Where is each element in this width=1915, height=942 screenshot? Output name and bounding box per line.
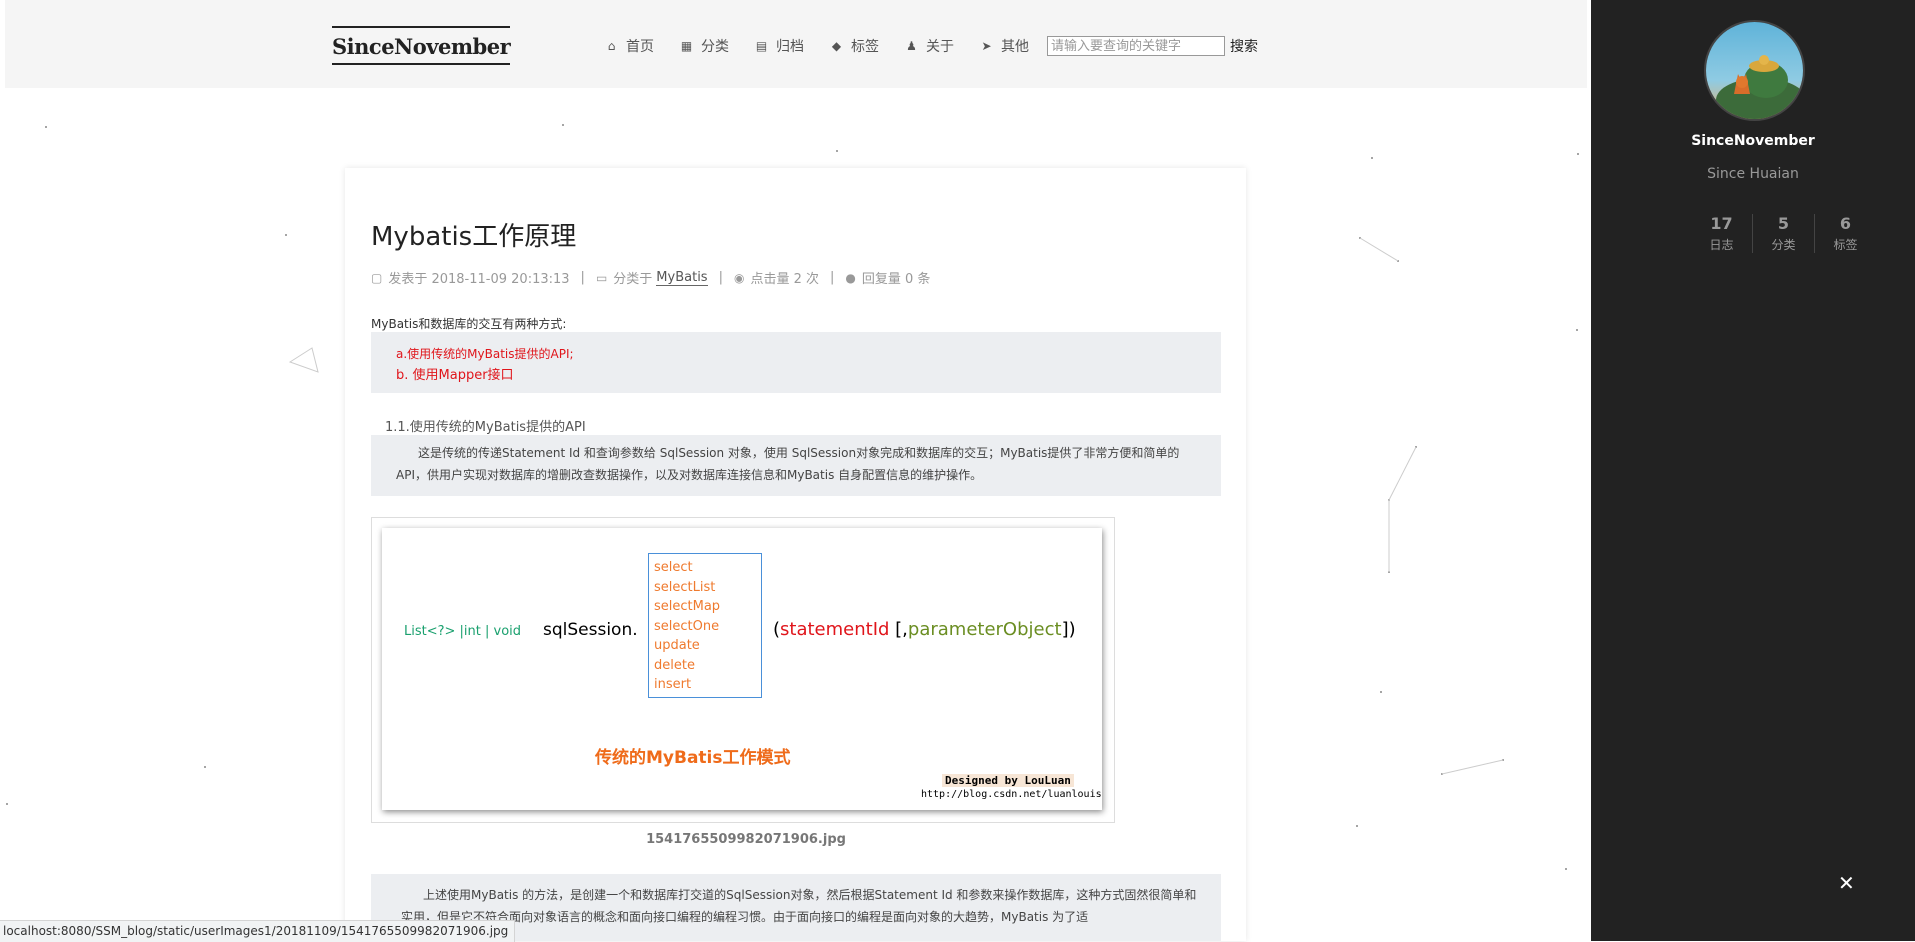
- avatar-image: [1706, 22, 1803, 119]
- post-meta: ▢ 发表于 2018-11-09 20:13:13 | ▭ 分类于 MyBati…: [371, 268, 931, 288]
- method-a: a.使用传统的MyBatis提供的API;: [396, 347, 574, 361]
- diagram-image[interactable]: List<?> |int | void sqlSession. select s…: [371, 517, 1115, 823]
- category-prefix: 分类于: [613, 272, 653, 287]
- post-comments: 回复量 0 条: [861, 272, 931, 287]
- sidebar: SinceNovember Since Huaian 17 日志 5 分类 6 …: [1591, 0, 1915, 941]
- comment-icon: ●: [845, 270, 856, 285]
- diagram-method: insert: [654, 677, 692, 692]
- site-logo[interactable]: SinceNovember: [332, 26, 511, 65]
- home-icon: ⌂: [607, 39, 616, 53]
- stat-posts[interactable]: 17 日志: [1691, 214, 1752, 253]
- meta-separator: |: [718, 270, 723, 285]
- avatar[interactable]: [1704, 20, 1805, 121]
- diagram-caption: 传统的MyBatis工作模式: [595, 748, 791, 768]
- image-filename: 1541765509982071906.jpg: [646, 832, 846, 847]
- diagram-close: ]): [1061, 619, 1076, 640]
- meta-separator: |: [580, 270, 585, 285]
- stat-count: 17: [1710, 214, 1733, 233]
- eye-icon: ◉: [733, 270, 745, 285]
- section-heading: 1.1.使用传统的MyBatis提供的API: [385, 420, 586, 435]
- diagram-parameter: parameterObject: [907, 619, 1062, 640]
- nav-archive[interactable]: ▤ 归档: [755, 36, 804, 56]
- paragraph2-text: 上述使用MyBatis 的方法，是创建一个和数据库打交道的SqlSession对…: [401, 888, 1197, 924]
- search-button[interactable]: 搜索: [1230, 36, 1258, 56]
- nav-other-label: 其他: [1001, 39, 1029, 55]
- calendar-icon: ▢: [371, 270, 383, 285]
- diagram-methods-box: select selectList selectMap selectOne up…: [648, 553, 762, 698]
- stat-label: 分类: [1771, 238, 1796, 252]
- diagram-open-paren: (: [773, 619, 781, 640]
- search-input[interactable]: [1047, 36, 1225, 56]
- folder-icon: ▭: [595, 270, 608, 285]
- browser-status-url: localhost:8080/SSM_blog/static/userImage…: [0, 920, 516, 942]
- author-description: Since Huaian: [1707, 166, 1799, 182]
- archive-icon: ▤: [755, 39, 768, 53]
- th-icon: ▦: [680, 39, 693, 53]
- user-icon: ♟: [906, 39, 917, 53]
- diagram-receiver: sqlSession.: [543, 620, 638, 640]
- nav-about-label: 关于: [926, 39, 954, 55]
- stat-label: 日志: [1709, 238, 1734, 252]
- author-name: SinceNovember: [1691, 133, 1815, 149]
- diagram-method: update: [654, 638, 700, 653]
- diagram-arguments: (statementId [,parameterObject]): [773, 619, 1076, 640]
- stat-tags[interactable]: 6 标签: [1814, 214, 1876, 253]
- diagram-bracket: [,: [889, 619, 908, 640]
- nav-categories-label: 分类: [701, 39, 729, 55]
- diagram-method: delete: [654, 657, 695, 673]
- diagram-statement-id: statementId: [780, 619, 890, 640]
- section-quote: 这是传统的传递Statement Id 和查询参数给 SqlSession 对象…: [371, 435, 1221, 496]
- nav-home-label: 首页: [626, 39, 654, 55]
- method-b: b. 使用Mapper接口: [396, 368, 514, 383]
- section-text: 这是传统的传递Statement Id 和查询参数给 SqlSession 对象…: [396, 446, 1180, 482]
- paper-plane-icon: ➤: [981, 39, 992, 53]
- stat-count: 5: [1777, 214, 1790, 233]
- nav-tags-label: 标签: [851, 39, 879, 55]
- post-views: 点击量 2 次: [750, 272, 819, 287]
- stat-categories[interactable]: 5 分类: [1752, 214, 1814, 253]
- post-title: Mybatis工作原理: [371, 222, 577, 252]
- nav-categories[interactable]: ▦ 分类: [680, 36, 729, 56]
- diagram-canvas: List<?> |int | void sqlSession. select s…: [382, 528, 1102, 810]
- main-nav: ⌂ 首页 ▦ 分类 ▤ 归档 ◆ 标签 ♟ 关于 ➤ 其他 搜索: [605, 36, 1258, 56]
- diagram-method: selectMap: [654, 599, 721, 614]
- diagram-return-types: List<?> |int | void: [404, 624, 522, 639]
- site-header: SinceNovember ⌂ 首页 ▦ 分类 ▤ 归档 ◆ 标签 ♟ 关于 ➤…: [5, 0, 1587, 88]
- diagram-method: selectOne: [654, 618, 720, 634]
- methods-quote: a.使用传统的MyBatis提供的API; b. 使用Mapper接口: [371, 332, 1221, 393]
- stat-label: 标签: [1833, 238, 1858, 252]
- site-stats: 17 日志 5 分类 6 标签: [1691, 214, 1876, 253]
- diagram-credit: Designed by LouLuan: [942, 774, 1074, 787]
- intro-paragraph: MyBatis和数据库的交互有两种方式:: [371, 317, 567, 331]
- nav-about[interactable]: ♟ 关于: [905, 36, 954, 56]
- post-card: Mybatis工作原理 ▢ 发表于 2018-11-09 20:13:13 | …: [345, 168, 1246, 941]
- close-icon[interactable]: ✕: [1838, 871, 1855, 895]
- tags-icon: ◆: [831, 39, 842, 53]
- stat-count: 6: [1839, 214, 1852, 233]
- diagram-method: selectList: [654, 579, 716, 595]
- nav-home[interactable]: ⌂ 首页: [605, 36, 654, 56]
- diagram-credit-url: http://blog.csdn.net/luanlouis: [921, 789, 1102, 800]
- category-link[interactable]: MyBatis: [656, 270, 708, 286]
- nav-tags[interactable]: ◆ 标签: [830, 36, 879, 56]
- diagram-method: select: [654, 560, 693, 575]
- post-date: 发表于 2018-11-09 20:13:13: [388, 272, 570, 287]
- nav-archive-label: 归档: [776, 39, 804, 55]
- meta-separator: |: [830, 270, 835, 285]
- nav-other[interactable]: ➤ 其他: [980, 36, 1029, 56]
